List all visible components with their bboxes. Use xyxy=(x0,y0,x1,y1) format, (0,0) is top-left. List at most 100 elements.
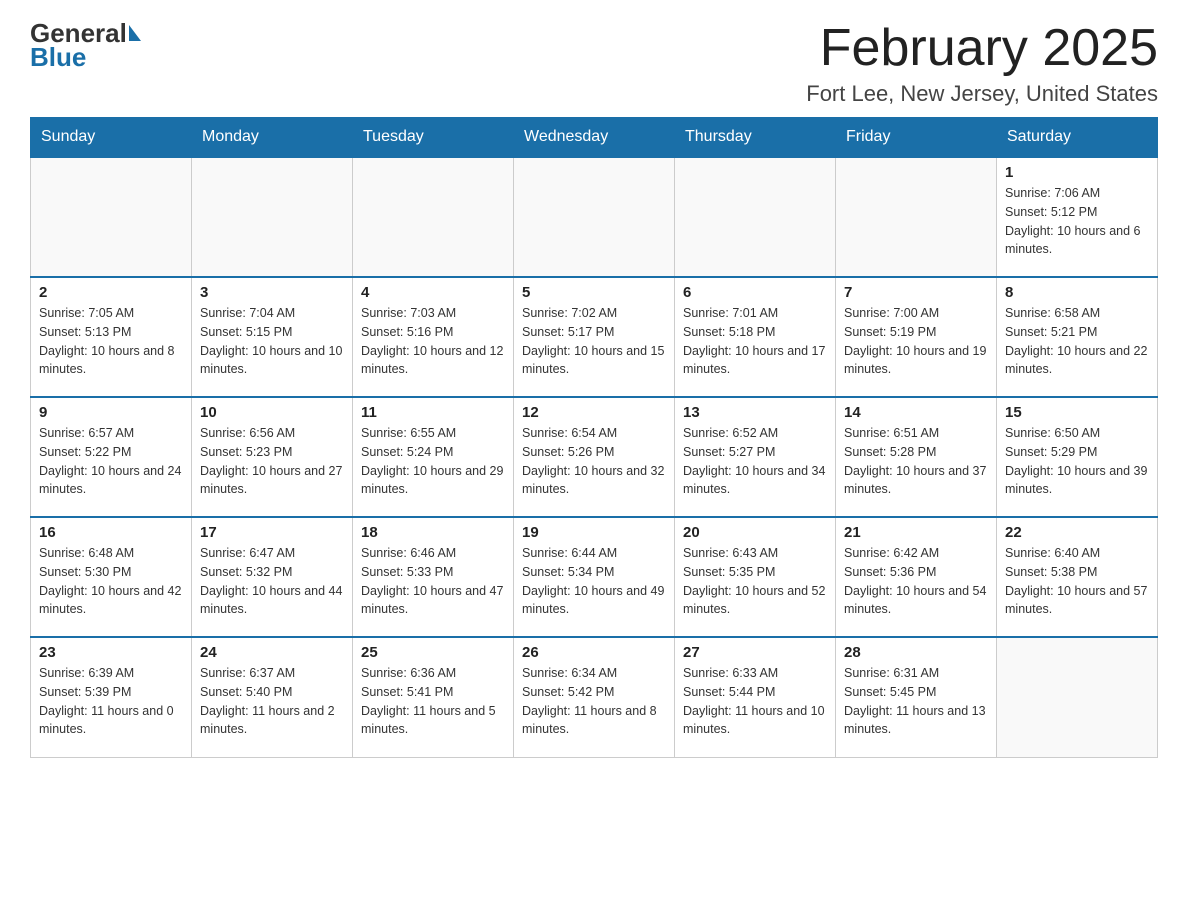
day-number: 2 xyxy=(39,284,183,301)
day-number: 15 xyxy=(1005,404,1149,421)
day-number: 12 xyxy=(522,404,666,421)
calendar-week-3: 9 Sunrise: 6:57 AM Sunset: 5:22 PM Daylig… xyxy=(31,397,1158,517)
calendar-cell: 21 Sunrise: 6:42 AM Sunset: 5:36 PM Dayli… xyxy=(836,517,997,637)
calendar-cell: 23 Sunrise: 6:39 AM Sunset: 5:39 PM Dayli… xyxy=(31,637,192,757)
location-text: Fort Lee, New Jersey, United States xyxy=(806,81,1158,107)
calendar-cell xyxy=(192,157,353,277)
column-header-tuesday: Tuesday xyxy=(353,118,514,158)
calendar-cell xyxy=(997,637,1158,757)
calendar-cell xyxy=(836,157,997,277)
column-header-monday: Monday xyxy=(192,118,353,158)
calendar-cell: 25 Sunrise: 6:36 AM Sunset: 5:41 PM Dayli… xyxy=(353,637,514,757)
day-number: 20 xyxy=(683,524,827,541)
day-info: Sunrise: 6:46 AM Sunset: 5:33 PM Dayligh… xyxy=(361,544,505,619)
calendar-cell: 18 Sunrise: 6:46 AM Sunset: 5:33 PM Dayli… xyxy=(353,517,514,637)
calendar-cell: 8 Sunrise: 6:58 AM Sunset: 5:21 PM Daylig… xyxy=(997,277,1158,397)
calendar-cell: 3Sunrise: 7:04 AM Sunset: 5:15 PM Daylig… xyxy=(192,277,353,397)
calendar-cell xyxy=(31,157,192,277)
day-info: Sunrise: 6:37 AM Sunset: 5:40 PM Dayligh… xyxy=(200,664,344,739)
calendar-week-1: 1 Sunrise: 7:06 AM Sunset: 5:12 PM Daylig… xyxy=(31,157,1158,277)
calendar-cell: 5 Sunrise: 7:02 AM Sunset: 5:17 PM Daylig… xyxy=(514,277,675,397)
calendar-week-5: 23 Sunrise: 6:39 AM Sunset: 5:39 PM Dayli… xyxy=(31,637,1158,757)
day-number: 4 xyxy=(361,284,505,301)
calendar-cell: 19 Sunrise: 6:44 AM Sunset: 5:34 PM Dayli… xyxy=(514,517,675,637)
calendar-cell: 28 Sunrise: 6:31 AM Sunset: 5:45 PM Dayli… xyxy=(836,637,997,757)
day-info: Sunrise: 6:39 AM Sunset: 5:39 PM Dayligh… xyxy=(39,664,183,739)
day-info: Sunrise: 6:47 AM Sunset: 5:32 PM Dayligh… xyxy=(200,544,344,619)
day-info: Sunrise: 6:50 AM Sunset: 5:29 PM Dayligh… xyxy=(1005,424,1149,499)
day-info: Sunrise: 7:06 AM Sunset: 5:12 PM Dayligh… xyxy=(1005,184,1149,259)
day-number: 7 xyxy=(844,284,988,301)
page-header: General Blue February 2025 Fort Lee, New… xyxy=(30,20,1158,107)
calendar-cell: 11Sunrise: 6:55 AM Sunset: 5:24 PM Dayli… xyxy=(353,397,514,517)
day-info: Sunrise: 6:43 AM Sunset: 5:35 PM Dayligh… xyxy=(683,544,827,619)
column-header-saturday: Saturday xyxy=(997,118,1158,158)
day-number: 24 xyxy=(200,644,344,661)
day-number: 21 xyxy=(844,524,988,541)
month-title: February 2025 xyxy=(806,20,1158,77)
day-info: Sunrise: 7:00 AM Sunset: 5:19 PM Dayligh… xyxy=(844,304,988,379)
calendar-cell: 12Sunrise: 6:54 AM Sunset: 5:26 PM Dayli… xyxy=(514,397,675,517)
day-number: 8 xyxy=(1005,284,1149,301)
calendar-cell: 1 Sunrise: 7:06 AM Sunset: 5:12 PM Daylig… xyxy=(997,157,1158,277)
logo-arrow-icon xyxy=(129,25,141,41)
day-info: Sunrise: 6:36 AM Sunset: 5:41 PM Dayligh… xyxy=(361,664,505,739)
day-info: Sunrise: 7:04 AM Sunset: 5:15 PM Dayligh… xyxy=(200,304,344,379)
calendar-week-2: 2 Sunrise: 7:05 AM Sunset: 5:13 PM Daylig… xyxy=(31,277,1158,397)
day-info: Sunrise: 6:48 AM Sunset: 5:30 PM Dayligh… xyxy=(39,544,183,619)
calendar-cell: 6Sunrise: 7:01 AM Sunset: 5:18 PM Daylig… xyxy=(675,277,836,397)
calendar-cell: 27 Sunrise: 6:33 AM Sunset: 5:44 PM Dayli… xyxy=(675,637,836,757)
calendar-cell: 10 Sunrise: 6:56 AM Sunset: 5:23 PM Dayli… xyxy=(192,397,353,517)
day-number: 9 xyxy=(39,404,183,421)
day-info: Sunrise: 6:31 AM Sunset: 5:45 PM Dayligh… xyxy=(844,664,988,739)
day-number: 10 xyxy=(200,404,344,421)
day-info: Sunrise: 6:56 AM Sunset: 5:23 PM Dayligh… xyxy=(200,424,344,499)
calendar-cell: 16 Sunrise: 6:48 AM Sunset: 5:30 PM Dayli… xyxy=(31,517,192,637)
column-header-wednesday: Wednesday xyxy=(514,118,675,158)
day-info: Sunrise: 7:02 AM Sunset: 5:17 PM Dayligh… xyxy=(522,304,666,379)
logo: General Blue xyxy=(30,20,141,70)
calendar-cell: 20 Sunrise: 6:43 AM Sunset: 5:35 PM Dayli… xyxy=(675,517,836,637)
day-number: 14 xyxy=(844,404,988,421)
calendar-cell: 15 Sunrise: 6:50 AM Sunset: 5:29 PM Dayli… xyxy=(997,397,1158,517)
calendar-cell: 13 Sunrise: 6:52 AM Sunset: 5:27 PM Dayli… xyxy=(675,397,836,517)
column-header-friday: Friday xyxy=(836,118,997,158)
day-number: 17 xyxy=(200,524,344,541)
day-number: 23 xyxy=(39,644,183,661)
calendar-table: SundayMondayTuesdayWednesdayThursdayFrid… xyxy=(30,117,1158,758)
day-number: 25 xyxy=(361,644,505,661)
calendar-week-4: 16 Sunrise: 6:48 AM Sunset: 5:30 PM Dayli… xyxy=(31,517,1158,637)
day-info: Sunrise: 6:58 AM Sunset: 5:21 PM Dayligh… xyxy=(1005,304,1149,379)
calendar-cell xyxy=(514,157,675,277)
calendar-cell: 26Sunrise: 6:34 AM Sunset: 5:42 PM Dayli… xyxy=(514,637,675,757)
calendar-cell: 4 Sunrise: 7:03 AM Sunset: 5:16 PM Daylig… xyxy=(353,277,514,397)
day-number: 28 xyxy=(844,644,988,661)
title-section: February 2025 Fort Lee, New Jersey, Unit… xyxy=(806,20,1158,107)
calendar-cell: 17 Sunrise: 6:47 AM Sunset: 5:32 PM Dayli… xyxy=(192,517,353,637)
day-info: Sunrise: 7:05 AM Sunset: 5:13 PM Dayligh… xyxy=(39,304,183,379)
day-info: Sunrise: 6:42 AM Sunset: 5:36 PM Dayligh… xyxy=(844,544,988,619)
day-info: Sunrise: 7:01 AM Sunset: 5:18 PM Dayligh… xyxy=(683,304,827,379)
day-number: 19 xyxy=(522,524,666,541)
day-number: 27 xyxy=(683,644,827,661)
column-header-thursday: Thursday xyxy=(675,118,836,158)
calendar-cell: 2 Sunrise: 7:05 AM Sunset: 5:13 PM Daylig… xyxy=(31,277,192,397)
calendar-cell xyxy=(353,157,514,277)
calendar-cell: 24 Sunrise: 6:37 AM Sunset: 5:40 PM Dayli… xyxy=(192,637,353,757)
day-number: 16 xyxy=(39,524,183,541)
day-info: Sunrise: 6:40 AM Sunset: 5:38 PM Dayligh… xyxy=(1005,544,1149,619)
day-info: Sunrise: 6:55 AM Sunset: 5:24 PM Dayligh… xyxy=(361,424,505,499)
calendar-header-row: SundayMondayTuesdayWednesdayThursdayFrid… xyxy=(31,118,1158,158)
day-info: Sunrise: 6:33 AM Sunset: 5:44 PM Dayligh… xyxy=(683,664,827,739)
day-info: Sunrise: 6:57 AM Sunset: 5:22 PM Dayligh… xyxy=(39,424,183,499)
calendar-cell: 22Sunrise: 6:40 AM Sunset: 5:38 PM Dayli… xyxy=(997,517,1158,637)
day-number: 1 xyxy=(1005,164,1149,181)
day-number: 18 xyxy=(361,524,505,541)
column-header-sunday: Sunday xyxy=(31,118,192,158)
day-info: Sunrise: 6:52 AM Sunset: 5:27 PM Dayligh… xyxy=(683,424,827,499)
day-info: Sunrise: 6:44 AM Sunset: 5:34 PM Dayligh… xyxy=(522,544,666,619)
day-number: 13 xyxy=(683,404,827,421)
day-number: 5 xyxy=(522,284,666,301)
calendar-cell: 9 Sunrise: 6:57 AM Sunset: 5:22 PM Daylig… xyxy=(31,397,192,517)
day-info: Sunrise: 7:03 AM Sunset: 5:16 PM Dayligh… xyxy=(361,304,505,379)
